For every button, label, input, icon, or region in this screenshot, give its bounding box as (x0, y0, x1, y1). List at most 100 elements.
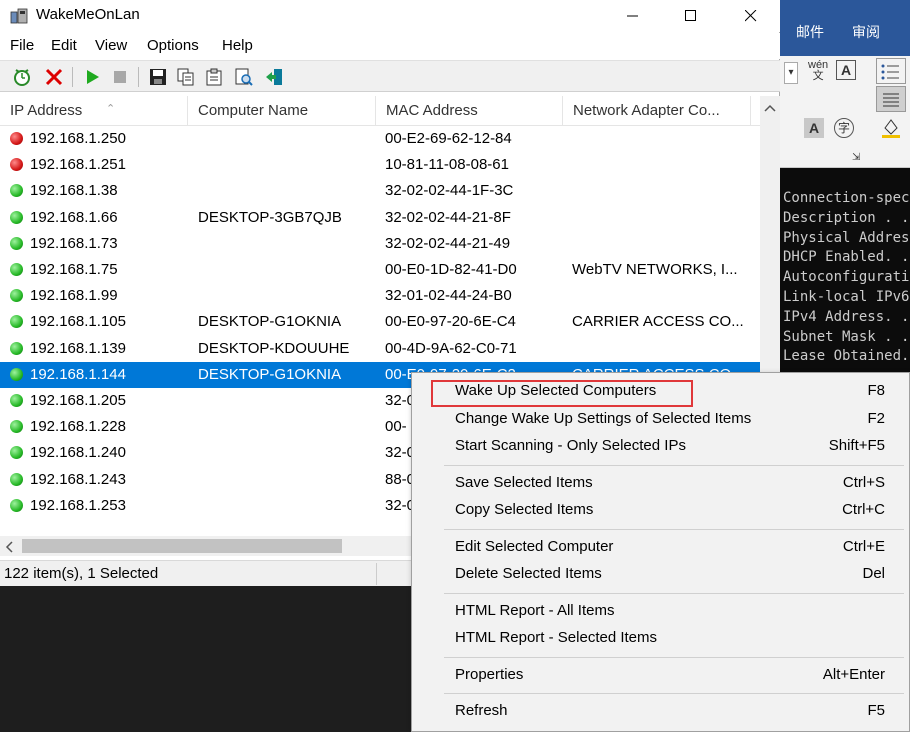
ip-cell: 192.168.1.73 (30, 234, 118, 252)
properties-icon[interactable] (202, 65, 226, 89)
character-shading-icon[interactable]: A (804, 118, 824, 138)
console-line: Subnet Mask . . (783, 328, 910, 345)
phonetic-guide-icon[interactable]: wén 文 (808, 60, 828, 82)
adapter-cell: CARRIER ACCESS CO... (572, 313, 744, 331)
column-header-computer-name[interactable]: Computer Name (188, 96, 376, 126)
menu-item-shortcut: Del (862, 565, 885, 582)
menu-item-label: Start Scanning - Only Selected IPs (455, 437, 686, 454)
menu-bar: File Edit View Options Help (0, 33, 780, 59)
word-tab-review[interactable]: 审阅 (852, 22, 880, 42)
console-line: Physical Addres (783, 229, 910, 246)
save-icon[interactable] (146, 65, 170, 89)
table-row[interactable]: 192.168.1.73 32-02-02-44-21-49 (0, 231, 760, 257)
console-line: IPv4 Address. . (783, 308, 910, 325)
online-status-icon (10, 263, 23, 276)
column-header-adapter[interactable]: Network Adapter Co... (563, 96, 751, 126)
context-menu-item[interactable]: Copy Selected Items Ctrl+C (412, 497, 909, 523)
table-row[interactable]: 192.168.1.105 DESKTOP-G1OKNIA 00-E0-97-20-… (0, 309, 760, 335)
ip-cell: 192.168.1.205 (30, 392, 126, 409)
context-menu-item[interactable]: Save Selected Items Ctrl+S (412, 470, 909, 496)
menu-edit[interactable]: Edit (51, 37, 77, 54)
options-icon[interactable] (10, 65, 34, 89)
menu-view[interactable]: View (95, 37, 127, 54)
menu-file[interactable]: File (10, 37, 34, 54)
console-line: Lease Obtained. (783, 348, 910, 365)
copy-icon[interactable] (174, 65, 198, 89)
bullets-icon[interactable] (876, 58, 906, 84)
ip-cell: 192.168.1.99 (30, 287, 118, 305)
column-header-mac[interactable]: MAC Address (376, 96, 563, 126)
mac-cell: 00-E0-97-20-6E-C4 (385, 313, 516, 331)
table-row[interactable]: 192.168.1.251 10-81-11-08-08-61 (0, 152, 760, 178)
menu-item-shortcut: Alt+Enter (822, 665, 885, 683)
context-menu-item[interactable]: HTML Report - Selected Items (412, 625, 909, 651)
toolbar-separator (138, 67, 139, 87)
exit-icon[interactable] (262, 65, 286, 89)
console-line: DHCP Enabled. . (783, 249, 910, 266)
character-border-icon[interactable]: A (836, 60, 856, 80)
dialog-launcher-icon[interactable]: ⇲ (852, 152, 860, 163)
column-header-ip[interactable]: IP Address ⌃ (0, 96, 188, 126)
ip-cell: 192.168.1.139 (30, 339, 126, 357)
word-tab-mail[interactable]: 邮件 (796, 22, 824, 42)
online-status-icon (10, 420, 23, 434)
context-menu-item[interactable]: Refresh F5 (412, 698, 909, 724)
find-icon[interactable] (232, 65, 256, 89)
context-menu-item[interactable]: Properties Alt+Enter (412, 662, 909, 688)
close-button[interactable] (728, 0, 774, 32)
console-line: Link-local IPv6 (783, 289, 910, 305)
mac-cell: 00-4D-9A-62-C0-71 (385, 339, 517, 357)
menu-item-shortcut: F2 (867, 409, 885, 427)
align-icon[interactable] (876, 86, 906, 112)
stop-icon[interactable] (108, 65, 132, 89)
menu-item-shortcut: Ctrl+E (842, 537, 885, 555)
context-menu-item[interactable]: Wake Up Selected Computers F8 (412, 378, 909, 404)
context-menu-item[interactable]: Delete Selected Items Del (412, 561, 909, 587)
table-row[interactable]: 192.168.1.66 DESKTOP-3GB7QJB 32-02-02-44-2… (0, 205, 760, 231)
context-menu: Wake Up Selected Computers F8 Change Wake … (411, 372, 910, 732)
scroll-left-icon[interactable] (4, 540, 14, 557)
horizontal-scroll-thumb[interactable] (22, 539, 342, 553)
menu-item-shortcut: Ctrl+S (842, 473, 885, 491)
menu-help[interactable]: Help (222, 37, 253, 54)
computer-name-cell: DESKTOP-KDOUUHE (198, 339, 350, 357)
ip-cell: 192.168.1.38 (30, 182, 118, 200)
dropdown-arrow-icon[interactable]: ▾ (784, 62, 798, 84)
table-row[interactable]: 192.168.1.250 00-E2-69-62-12-84 (0, 126, 760, 152)
minimize-button[interactable] (610, 0, 656, 32)
play-icon[interactable] (80, 65, 104, 89)
table-row[interactable]: 192.168.1.139 DESKTOP-KDOUUHE 00-4D-9A-62-… (0, 336, 760, 362)
ip-cell: 192.168.1.240 (30, 444, 126, 462)
ip-cell: 192.168.1.243 (30, 470, 126, 488)
offline-status-icon (10, 158, 23, 172)
menu-separator (444, 693, 904, 694)
enclose-character-icon[interactable]: 字 (834, 118, 854, 138)
ip-cell: 192.168.1.75 (30, 261, 118, 278)
context-menu-item[interactable]: Change Wake Up Settings of Selected Item… (412, 406, 909, 432)
online-status-icon (10, 341, 23, 355)
app-icon (10, 7, 28, 25)
shading-bucket-icon[interactable] (880, 116, 902, 141)
window-title: WakeMeOnLan (36, 6, 140, 23)
table-row[interactable]: 192.168.1.75 00-E0-1D-82-41-D0 WebTV NETWO… (0, 257, 760, 283)
scroll-up-icon[interactable] (764, 100, 776, 117)
context-menu-item[interactable]: Edit Selected Computer Ctrl+E (412, 534, 909, 560)
sort-icon: ⌃ (106, 103, 116, 115)
menu-item-label: Delete Selected Items (455, 565, 602, 582)
menu-item-shortcut: Ctrl+C (842, 501, 885, 518)
context-menu-item[interactable]: Start Scanning - Only Selected IPs Shift+… (412, 433, 909, 459)
ip-cell: 192.168.1.251 (30, 156, 126, 174)
word-ribbon-tabs: 邮件 审阅 (780, 0, 910, 56)
computer-name-cell: DESKTOP-G1OKNIA (198, 365, 342, 383)
status-divider (376, 563, 377, 585)
maximize-button[interactable] (668, 0, 714, 32)
table-row[interactable]: 192.168.1.99 32-01-02-44-24-B0 (0, 283, 760, 309)
column-header-label: IP Address (10, 102, 83, 119)
context-menu-item[interactable]: HTML Report - All Items (412, 598, 909, 624)
menu-separator (444, 528, 904, 530)
delete-icon[interactable] (42, 65, 66, 89)
table-row[interactable]: 192.168.1.38 32-02-02-44-1F-3C (0, 178, 760, 204)
menu-options[interactable]: Options (147, 37, 199, 54)
online-status-icon (10, 184, 23, 198)
menu-item-label: Save Selected Items (455, 473, 593, 491)
